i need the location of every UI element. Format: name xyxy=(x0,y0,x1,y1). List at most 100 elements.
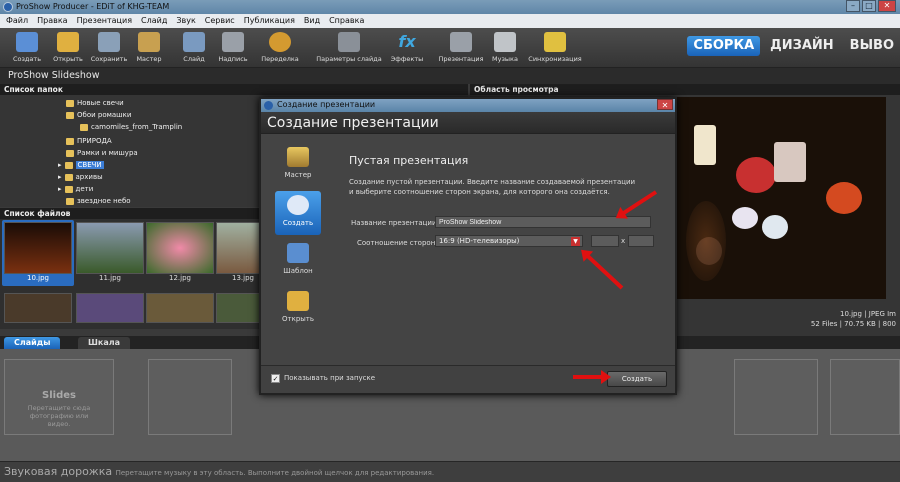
open-folder-icon xyxy=(287,291,309,311)
expand-arrow-icon: ▸ xyxy=(58,185,62,193)
toolbar-caption-button[interactable]: Надпись xyxy=(208,30,258,63)
folder-item-selected[interactable]: ▸ СВЕЧИ xyxy=(58,160,104,170)
candle-shape xyxy=(694,125,716,165)
maximize-button[interactable]: □ xyxy=(862,0,876,12)
slide-drop-slot[interactable] xyxy=(734,359,818,435)
sidebar-item-open[interactable]: Открыть xyxy=(275,287,321,331)
dialog-close-button[interactable]: ✕ xyxy=(657,99,673,110)
open-folder-icon xyxy=(57,32,79,52)
app-icon xyxy=(264,101,273,110)
menu-tools[interactable]: Сервис xyxy=(205,14,235,28)
dialog-header: Создание презентации xyxy=(261,112,675,134)
file-thumbnail[interactable] xyxy=(146,222,214,274)
folder-item[interactable]: camomiles_from_Tramplin xyxy=(80,122,182,132)
aspect-ratio-select[interactable]: 16:9 (HD-телевизоры) ▼ xyxy=(435,235,583,247)
close-window-button[interactable]: ✕ xyxy=(878,0,896,12)
sidebar-item-create[interactable]: Создать xyxy=(275,191,321,235)
file-thumbnail[interactable] xyxy=(216,293,260,323)
file-thumbnail[interactable] xyxy=(146,293,214,323)
custom-width-input[interactable] xyxy=(591,235,619,247)
create-show-icon xyxy=(287,195,309,215)
show-name-label: Название презентации xyxy=(351,219,437,227)
slides-title: Slides xyxy=(42,390,76,401)
toolbar-wizard-button[interactable]: Мастер xyxy=(124,30,174,63)
dimension-separator: x xyxy=(621,237,626,245)
sync-icon xyxy=(544,32,566,52)
menu-bar: Файл Правка Презентация Слайд Звук Серви… xyxy=(0,14,900,28)
toolbar-sync-button[interactable]: Синхронизация xyxy=(523,30,587,63)
sidebar-item-wizard[interactable]: Мастер xyxy=(275,143,321,187)
caption-icon xyxy=(222,32,244,52)
candle-shape xyxy=(826,182,862,214)
app-icon xyxy=(3,2,13,12)
mode-output-tab[interactable]: ВЫВО xyxy=(844,36,900,56)
candle-shape xyxy=(736,157,776,193)
mode-build-tab[interactable]: СБОРКА xyxy=(687,36,761,56)
table-shadow xyxy=(686,201,726,281)
toolbar-slide-options-button[interactable]: Параметры слайда xyxy=(312,30,386,63)
tab-timeline[interactable]: Шкала xyxy=(78,337,130,349)
tab-slides[interactable]: Слайды xyxy=(4,337,61,349)
dialog-heading: Пустая презентация xyxy=(349,154,469,167)
file-thumbnail[interactable] xyxy=(4,222,72,274)
folder-icon xyxy=(64,173,73,181)
menu-file[interactable]: Файл xyxy=(6,14,28,28)
file-thumbnail[interactable] xyxy=(4,293,72,323)
mode-tabs: СБОРКА ДИЗАЙН ВЫВО xyxy=(687,36,900,56)
menu-view[interactable]: Вид xyxy=(304,14,320,28)
dropdown-arrow-icon[interactable]: ▼ xyxy=(571,237,580,246)
slide-drop-slot[interactable]: Slides Перетащите сюда фотографию или ви… xyxy=(4,359,114,435)
annotation-arrow xyxy=(573,370,611,384)
expand-arrow-icon: ▸ xyxy=(58,173,62,181)
folder-item[interactable]: Новые свечи xyxy=(66,98,124,108)
toolbar-effects-button[interactable]: fx Эффекты xyxy=(382,30,432,63)
slides-hint: Перетащите сюда фотографию или видео. xyxy=(27,404,91,428)
audio-track-title: Звуковая дорожка xyxy=(4,465,113,478)
slide-options-icon xyxy=(338,32,360,52)
dialog-window-title: Создание презентации xyxy=(277,100,376,109)
candle-shape xyxy=(762,215,788,239)
folder-item[interactable]: ▸ дети xyxy=(58,184,93,194)
folder-icon xyxy=(66,99,74,107)
folder-icon xyxy=(66,111,74,119)
menu-edit[interactable]: Правка xyxy=(37,14,67,28)
slide-drop-slot[interactable] xyxy=(148,359,232,435)
folder-item[interactable]: ПРИРОДА xyxy=(66,136,112,146)
create-button[interactable]: Создать xyxy=(607,371,667,387)
window-titlebar: ProShow Producer - EDiT of KHG-TEAM – □ … xyxy=(0,0,900,14)
wizard-icon xyxy=(138,32,160,52)
dialog-sidebar: Мастер Создать Шаблон Открыть xyxy=(275,143,321,335)
dialog-description: Создание пустой презентации. Введите наз… xyxy=(349,178,636,196)
files-panel: 10.jpg 11.jpg 12.jpg 13.jpg xyxy=(0,219,260,329)
audio-track[interactable]: Звуковая дорожка Перетащите музыку в эту… xyxy=(0,461,900,482)
minimize-button[interactable]: – xyxy=(846,0,860,12)
folder-item[interactable]: Обои ромашки xyxy=(66,110,131,120)
menu-audio[interactable]: Звук xyxy=(176,14,195,28)
menu-show[interactable]: Презентация xyxy=(77,14,132,28)
file-thumbnail[interactable] xyxy=(216,222,260,274)
menu-publish[interactable]: Публикация xyxy=(244,14,295,28)
new-show-icon xyxy=(16,32,38,52)
candle-shape xyxy=(732,207,758,229)
file-thumbnail[interactable] xyxy=(76,222,144,274)
show-options-icon xyxy=(450,32,472,52)
folder-icon xyxy=(66,137,74,145)
sidebar-item-template[interactable]: Шаблон xyxy=(275,239,321,283)
show-on-start-checkbox[interactable]: ✓ xyxy=(271,374,280,383)
wizard-hat-icon xyxy=(287,147,309,167)
custom-height-input[interactable] xyxy=(628,235,654,247)
remix-icon xyxy=(269,32,291,52)
menu-slide[interactable]: Слайд xyxy=(141,14,167,28)
file-name: 12.jpg xyxy=(169,274,191,282)
toolbar-remix-button[interactable]: Переделка xyxy=(255,30,305,63)
file-thumbnail[interactable] xyxy=(76,293,144,323)
menu-help[interactable]: Справка xyxy=(329,14,364,28)
effects-fx-icon: fx xyxy=(398,32,416,51)
save-disk-icon xyxy=(98,32,120,52)
folder-item[interactable]: ▸ архивы xyxy=(58,172,103,182)
folder-item[interactable]: Рамки и мишура xyxy=(66,148,138,158)
mode-design-tab[interactable]: ДИЗАЙН xyxy=(764,36,840,56)
slide-drop-slot[interactable] xyxy=(830,359,900,435)
folder-item[interactable]: звездное небо xyxy=(66,196,131,206)
preview-panel-header: Область просмотра xyxy=(470,84,900,95)
